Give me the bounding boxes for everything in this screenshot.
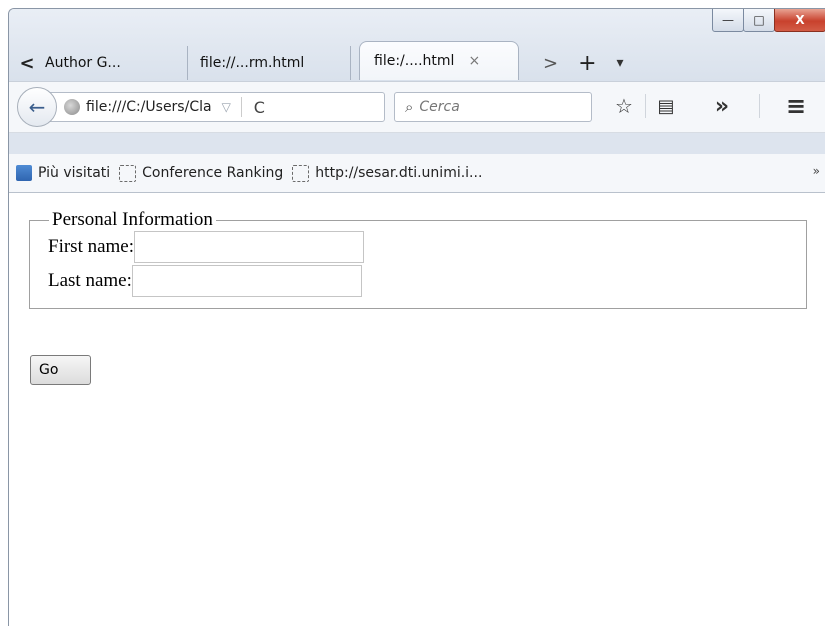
bookmark-conference-ranking[interactable]: Conference Ranking xyxy=(119,164,284,182)
folder-icon xyxy=(16,165,32,181)
browser-window: — □ X < Author G... file://...rm.html fi… xyxy=(8,8,825,626)
first-name-row: First name: xyxy=(48,231,806,263)
first-name-label: First name: xyxy=(48,236,135,257)
tab-label: file://...rm.html xyxy=(200,55,305,71)
tab-label: Author G... xyxy=(45,55,121,71)
bookmark-label: http://sesar.dti.unimi.i... xyxy=(315,165,483,181)
bookmark-sesar[interactable]: http://sesar.dti.unimi.i... xyxy=(292,164,483,182)
page-content: Personal Information First name: Last na… xyxy=(9,193,825,626)
last-name-row: Last name: xyxy=(48,265,806,297)
bookmarks-overflow-icon[interactable]: » xyxy=(813,164,820,178)
url-history-dropdown-icon[interactable]: ▽ xyxy=(222,100,231,114)
page-icon xyxy=(119,164,137,182)
bookmark-piu-visitati[interactable]: Più visitati xyxy=(16,165,110,181)
tab-scroll-right-button[interactable]: > xyxy=(533,46,568,80)
tab-active-html[interactable]: file:/....html × xyxy=(359,41,519,80)
tab-strip: — □ X < Author G... file://...rm.html fi… xyxy=(9,9,825,81)
new-tab-button[interactable]: + xyxy=(568,46,606,80)
maximize-button[interactable]: □ xyxy=(743,9,775,32)
url-bar[interactable]: file:///C:/Users/Cla ▽ C xyxy=(41,92,385,122)
window-controls: — □ X xyxy=(712,9,825,32)
minimize-button[interactable]: — xyxy=(712,9,744,32)
last-name-label: Last name: xyxy=(48,270,132,291)
toolbar-overflow-icon[interactable]: » xyxy=(707,92,737,120)
last-name-field[interactable] xyxy=(131,265,362,297)
bookmark-star-icon[interactable]: ☆ xyxy=(609,92,639,120)
tab-rm-html[interactable]: file://...rm.html xyxy=(188,46,351,80)
tabs-row: < Author G... file://...rm.html file:/..… xyxy=(9,41,634,80)
back-arrow-icon: ← xyxy=(28,95,46,119)
go-button[interactable]: Go xyxy=(30,355,91,385)
close-tab-icon[interactable]: × xyxy=(468,53,480,69)
search-icon: ⌕ xyxy=(405,98,414,116)
bookmark-label: Più visitati xyxy=(38,165,111,181)
bookmarks-toolbar: Più visitati Conference Ranking http://s… xyxy=(9,154,825,193)
reading-list-icon[interactable]: ▤ xyxy=(651,92,681,120)
search-placeholder: Cerca xyxy=(419,99,460,115)
tab-label: file:/....html xyxy=(374,53,455,69)
toolbar-divider xyxy=(645,94,646,118)
url-text: file:///C:/Users/Cla xyxy=(86,99,212,115)
url-separator xyxy=(240,97,242,117)
bookmark-label: Conference Ranking xyxy=(142,165,284,181)
navigation-toolbar: ← file:///C:/Users/Cla ▽ C ⌕ Cerca ☆ ▤ »… xyxy=(9,81,825,133)
fieldset-legend: Personal Information xyxy=(52,209,213,230)
list-all-tabs-button[interactable]: ▾ xyxy=(607,46,634,80)
personal-information-fieldset: Personal Information First name: Last na… xyxy=(29,209,807,309)
first-name-field[interactable] xyxy=(134,231,365,263)
close-window-button[interactable]: X xyxy=(774,9,825,32)
toolbar-divider xyxy=(759,94,760,118)
tab-author[interactable]: Author G... xyxy=(45,46,188,80)
search-input[interactable]: ⌕ Cerca xyxy=(394,92,592,122)
reload-icon[interactable]: C xyxy=(254,98,265,117)
page-icon xyxy=(292,164,310,182)
tab-scroll-left-button[interactable]: < xyxy=(9,46,45,80)
globe-icon xyxy=(64,99,80,115)
back-button[interactable]: ← xyxy=(17,87,57,127)
menu-icon[interactable]: ≡ xyxy=(781,92,811,120)
